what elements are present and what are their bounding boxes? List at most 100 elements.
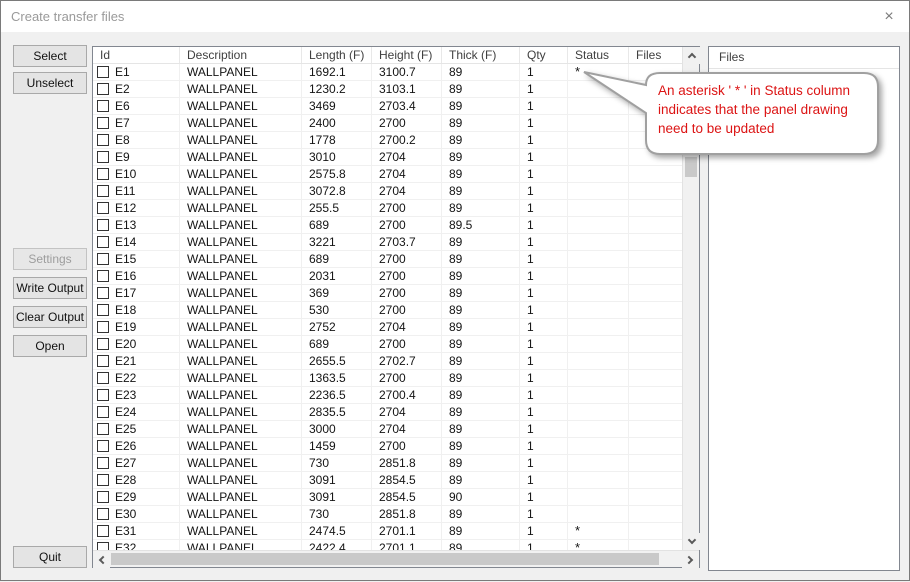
row-checkbox[interactable] bbox=[97, 372, 109, 384]
cell-length: 1692.1 bbox=[302, 64, 372, 80]
cell-files bbox=[629, 387, 682, 403]
column-header-id[interactable]: Id bbox=[93, 47, 180, 63]
table-row[interactable]: E2 WALLPANEL 1230.2 3103.1 89 1 bbox=[93, 81, 682, 98]
table-row[interactable]: E14 WALLPANEL 3221 2703.7 89 1 bbox=[93, 234, 682, 251]
row-checkbox[interactable] bbox=[97, 151, 109, 163]
row-checkbox[interactable] bbox=[97, 100, 109, 112]
column-header-files[interactable]: Files bbox=[629, 47, 682, 63]
quit-button[interactable]: Quit bbox=[13, 546, 87, 568]
row-checkbox[interactable] bbox=[97, 287, 109, 299]
table-row[interactable]: E7 WALLPANEL 2400 2700 89 1 bbox=[93, 115, 682, 132]
row-checkbox[interactable] bbox=[97, 355, 109, 367]
vertical-scrollbar[interactable] bbox=[682, 47, 699, 550]
row-id-label: E7 bbox=[115, 115, 130, 131]
cell-height: 2700 bbox=[372, 302, 442, 318]
scroll-right-button[interactable] bbox=[682, 551, 699, 568]
scroll-left-button[interactable] bbox=[93, 551, 110, 568]
table-row[interactable]: E13 WALLPANEL 689 2700 89.5 1 bbox=[93, 217, 682, 234]
files-panel-header[interactable]: Files bbox=[709, 47, 899, 69]
table-row[interactable]: E25 WALLPANEL 3000 2704 89 1 bbox=[93, 421, 682, 438]
row-checkbox[interactable] bbox=[97, 338, 109, 350]
table-row[interactable]: E28 WALLPANEL 3091 2854.5 89 1 bbox=[93, 472, 682, 489]
table-row[interactable]: E11 WALLPANEL 3072.8 2704 89 1 bbox=[93, 183, 682, 200]
column-header-qty[interactable]: Qty bbox=[520, 47, 568, 63]
row-checkbox[interactable] bbox=[97, 83, 109, 95]
row-checkbox[interactable] bbox=[97, 389, 109, 401]
column-header-height[interactable]: Height (F) bbox=[372, 47, 442, 63]
table-row[interactable]: E21 WALLPANEL 2655.5 2702.7 89 1 bbox=[93, 353, 682, 370]
table-row[interactable]: E12 WALLPANEL 255.5 2700 89 1 bbox=[93, 200, 682, 217]
cell-qty: 1 bbox=[520, 387, 568, 403]
open-button[interactable]: Open bbox=[13, 335, 87, 357]
table-row[interactable]: E27 WALLPANEL 730 2851.8 89 1 bbox=[93, 455, 682, 472]
table-row[interactable]: E22 WALLPANEL 1363.5 2700 89 1 bbox=[93, 370, 682, 387]
horizontal-scroll-thumb[interactable] bbox=[111, 553, 659, 565]
unselect-button[interactable]: Unselect bbox=[13, 72, 87, 94]
table-row[interactable]: E9 WALLPANEL 3010 2704 89 1 bbox=[93, 149, 682, 166]
clear-output-button[interactable]: Clear Output bbox=[13, 306, 87, 328]
cell-height: 2701.1 bbox=[372, 523, 442, 539]
column-header-thick[interactable]: Thick (F) bbox=[442, 47, 520, 63]
row-checkbox[interactable] bbox=[97, 168, 109, 180]
table-row[interactable]: E16 WALLPANEL 2031 2700 89 1 bbox=[93, 268, 682, 285]
horizontal-scrollbar[interactable] bbox=[93, 550, 699, 567]
table-row[interactable]: E30 WALLPANEL 730 2851.8 89 1 bbox=[93, 506, 682, 523]
table-row[interactable]: E23 WALLPANEL 2236.5 2700.4 89 1 bbox=[93, 387, 682, 404]
cell-qty: 1 bbox=[520, 472, 568, 488]
table-row[interactable]: E6 WALLPANEL 3469 2703.4 89 1 bbox=[93, 98, 682, 115]
table-row[interactable]: E20 WALLPANEL 689 2700 89 1 bbox=[93, 336, 682, 353]
row-checkbox[interactable] bbox=[97, 134, 109, 146]
cell-files bbox=[629, 472, 682, 488]
table-row[interactable]: E29 WALLPANEL 3091 2854.5 90 1 bbox=[93, 489, 682, 506]
scroll-up-button[interactable] bbox=[683, 47, 700, 64]
cell-description: WALLPANEL bbox=[180, 404, 302, 420]
cell-status bbox=[568, 387, 629, 403]
column-header-description[interactable]: Description bbox=[180, 47, 302, 63]
row-checkbox[interactable] bbox=[97, 253, 109, 265]
row-checkbox[interactable] bbox=[97, 423, 109, 435]
table-row[interactable]: E19 WALLPANEL 2752 2704 89 1 bbox=[93, 319, 682, 336]
table-row[interactable]: E10 WALLPANEL 2575.8 2704 89 1 bbox=[93, 166, 682, 183]
write-output-button[interactable]: Write Output bbox=[13, 277, 87, 299]
row-checkbox[interactable] bbox=[97, 185, 109, 197]
row-checkbox[interactable] bbox=[97, 304, 109, 316]
row-checkbox[interactable] bbox=[97, 236, 109, 248]
cell-height: 2704 bbox=[372, 149, 442, 165]
row-checkbox[interactable] bbox=[97, 440, 109, 452]
table-row[interactable]: E15 WALLPANEL 689 2700 89 1 bbox=[93, 251, 682, 268]
table-row[interactable]: E8 WALLPANEL 1778 2700.2 89 1 bbox=[93, 132, 682, 149]
table-row[interactable]: E32 WALLPANEL 2422.4 2701.1 89 1 * bbox=[93, 540, 682, 550]
cell-length: 2835.5 bbox=[302, 404, 372, 420]
row-checkbox[interactable] bbox=[97, 474, 109, 486]
table-row[interactable]: E31 WALLPANEL 2474.5 2701.1 89 1 * bbox=[93, 523, 682, 540]
row-checkbox[interactable] bbox=[97, 117, 109, 129]
table-row[interactable]: E17 WALLPANEL 369 2700 89 1 bbox=[93, 285, 682, 302]
row-checkbox[interactable] bbox=[97, 270, 109, 282]
select-button[interactable]: Select bbox=[13, 45, 87, 67]
cell-length: 689 bbox=[302, 336, 372, 352]
scroll-down-button[interactable] bbox=[683, 533, 700, 550]
cell-thick: 89 bbox=[442, 285, 520, 301]
vertical-scroll-thumb[interactable] bbox=[685, 157, 697, 177]
row-checkbox[interactable] bbox=[97, 508, 109, 520]
cell-qty: 1 bbox=[520, 336, 568, 352]
table-row[interactable]: E24 WALLPANEL 2835.5 2704 89 1 bbox=[93, 404, 682, 421]
row-checkbox[interactable] bbox=[97, 406, 109, 418]
cell-height: 2700 bbox=[372, 115, 442, 131]
close-icon[interactable]: × bbox=[877, 5, 901, 29]
row-checkbox[interactable] bbox=[97, 457, 109, 469]
row-checkbox[interactable] bbox=[97, 66, 109, 78]
table-row[interactable]: E1 WALLPANEL 1692.1 3100.7 89 1 * bbox=[93, 64, 682, 81]
cell-files bbox=[629, 285, 682, 301]
row-checkbox[interactable] bbox=[97, 525, 109, 537]
row-checkbox[interactable] bbox=[97, 491, 109, 503]
row-checkbox[interactable] bbox=[97, 202, 109, 214]
column-header-status[interactable]: Status bbox=[568, 47, 629, 63]
row-checkbox[interactable] bbox=[97, 219, 109, 231]
table-row[interactable]: E26 WALLPANEL 1459 2700 89 1 bbox=[93, 438, 682, 455]
row-checkbox[interactable] bbox=[97, 542, 109, 550]
column-header-length[interactable]: Length (F) bbox=[302, 47, 372, 63]
table-row[interactable]: E18 WALLPANEL 530 2700 89 1 bbox=[93, 302, 682, 319]
cell-length: 1363.5 bbox=[302, 370, 372, 386]
row-checkbox[interactable] bbox=[97, 321, 109, 333]
